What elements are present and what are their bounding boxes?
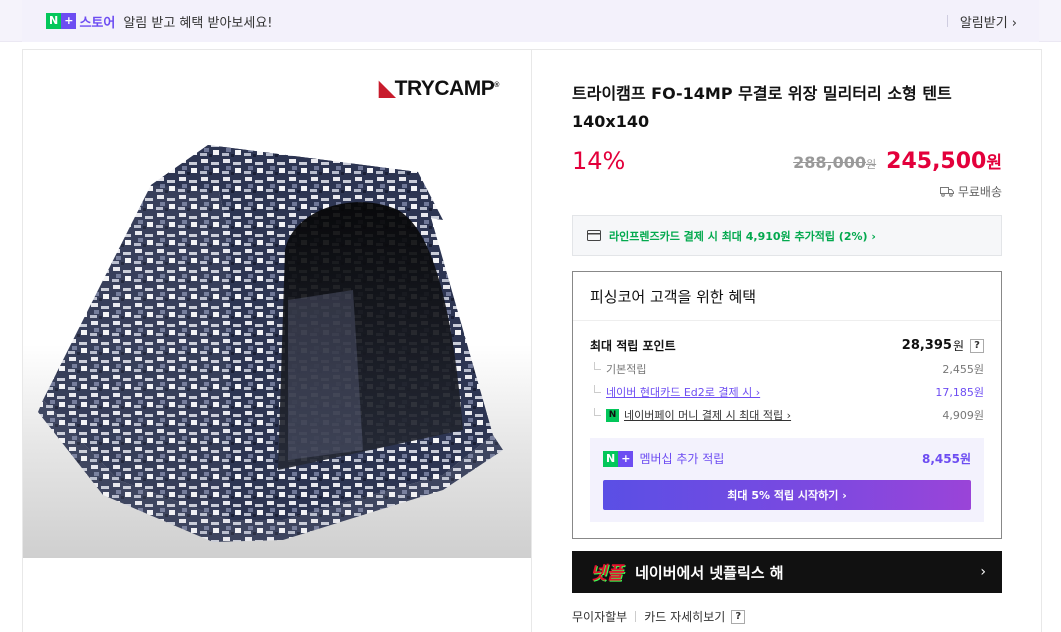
benefit-box: 피싱코어 고객을 위한 혜택 최대 적립 포인트 28,395 원 ? 기본적립… [572, 271, 1002, 539]
discount-rate: 14% [572, 147, 626, 175]
installment-label: 무이자할부 [572, 610, 628, 624]
product-title: 트라이캠프 FO-14MP 무결로 위장 밀리터리 소형 텐트 140x140 [572, 84, 952, 131]
max-point-value-group: 28,395 원 ? [902, 337, 984, 354]
chevron-right-icon: › [980, 564, 986, 580]
max-point-label: 최대 적립 포인트 [590, 339, 676, 353]
tent-illustration [38, 145, 503, 542]
list-item: 네이버 현대카드 Ed2로 결제 시 › 17,185원 [590, 384, 984, 400]
membership-start-button[interactable]: 최대 5% 적립 시작하기 › [603, 480, 971, 510]
help-button[interactable]: ? [970, 338, 984, 353]
card-promo-text: 라인프렌즈카드 결제 시 최대 4,910원 추가적립 (2%) › [609, 229, 876, 243]
alarm-area: 알림받기 › [946, 12, 1017, 31]
card-promo[interactable]: 라인프렌즈카드 결제 시 최대 4,910원 추가적립 (2%) › [572, 215, 1002, 256]
sale-price: 245,500 [886, 149, 987, 174]
brand-logo-text: TRYCAMP [394, 77, 495, 100]
divider [635, 611, 637, 622]
divider [531, 50, 532, 632]
list-item: 기본적립 2,455원 [590, 361, 984, 377]
basic-point-value: 2,455원 [942, 363, 984, 376]
product-image[interactable]: ◣TRYCAMP® [23, 50, 531, 558]
membership-box: N + 멤버십 추가 적립 8,455원 최대 5% 적립 시작하기 › [590, 438, 984, 522]
shipping-info: 무료배송 [939, 183, 1002, 200]
naver-n-badge: N [603, 450, 619, 467]
list-item: N 네이버페이 머니 결제 시 최대 적립 › 4,909원 [590, 407, 984, 423]
nplus-store-logo[interactable]: N + 스토어 [46, 12, 115, 31]
banner-inner: N + 스토어 알림 받고 혜택 받아보세요! 알림받기 › [22, 0, 1039, 42]
top-banner: N + 스토어 알림 받고 혜택 받아보세요! 알림받기 › [0, 0, 1061, 42]
max-point-won: 원 [952, 339, 964, 353]
original-won: 원 [866, 158, 877, 171]
netflix-text: 네이버에서 넷플릭스 해 [635, 563, 784, 582]
sub-label-wrap: N 네이버페이 머니 결제 시 최대 적립 › [590, 407, 791, 423]
sale-won: 원 [986, 153, 1002, 173]
hyundai-card-value: 17,185원 [935, 386, 984, 399]
alarm-button[interactable]: 알림받기 › [960, 12, 1017, 31]
netflix-logo: 넷플 [590, 563, 624, 584]
membership-label: 멤버십 추가 적립 [639, 452, 725, 466]
shipping-label: 무료배송 [957, 185, 1002, 199]
plus-badge: + [618, 450, 634, 467]
netflix-banner[interactable]: 넷플 네이버에서 넷플릭스 해 › [572, 551, 1002, 593]
membership-value: 8,455원 [922, 452, 971, 466]
naver-n-badge: N [46, 13, 62, 29]
benefit-title: 피싱코어 고객을 위한 혜택 [590, 288, 757, 306]
sub-label-wrap: 네이버 현대카드 Ed2로 결제 시 › [590, 384, 760, 400]
store-label: 스토어 [79, 15, 116, 31]
max-point-value: 28,395 [901, 338, 952, 353]
credit-card-icon [587, 230, 601, 241]
basic-point-label: 기본적립 [590, 361, 646, 377]
hyundai-card-link[interactable]: 네이버 현대카드 Ed2로 결제 시 › [606, 386, 760, 399]
divider [573, 320, 1001, 321]
payment-options: 무이자할부 카드 자세히보기 ? [572, 608, 746, 625]
npay-money-value: 4,909원 [942, 409, 984, 422]
max-point-row: 최대 적립 포인트 28,395 원 ? [590, 337, 984, 354]
npay-icon: N [606, 408, 619, 422]
plus-badge: + [61, 13, 77, 29]
original-price: 288,000 [793, 153, 867, 172]
truck-icon [939, 187, 954, 197]
npay-money-link[interactable]: 네이버페이 머니 결제 시 최대 적립 › [624, 407, 791, 423]
divider [946, 15, 948, 27]
card-detail-link[interactable]: 카드 자세히보기 [644, 608, 725, 625]
banner-message: 알림 받고 혜택 받아보세요! [123, 15, 273, 31]
help-button[interactable]: ? [731, 609, 746, 624]
membership-row: N + 멤버십 추가 적립 8,455원 [603, 450, 971, 467]
price-row: 288,000 원 245,500 원 [793, 148, 1002, 174]
trycamp-logo: ◣TRYCAMP® [379, 77, 499, 100]
